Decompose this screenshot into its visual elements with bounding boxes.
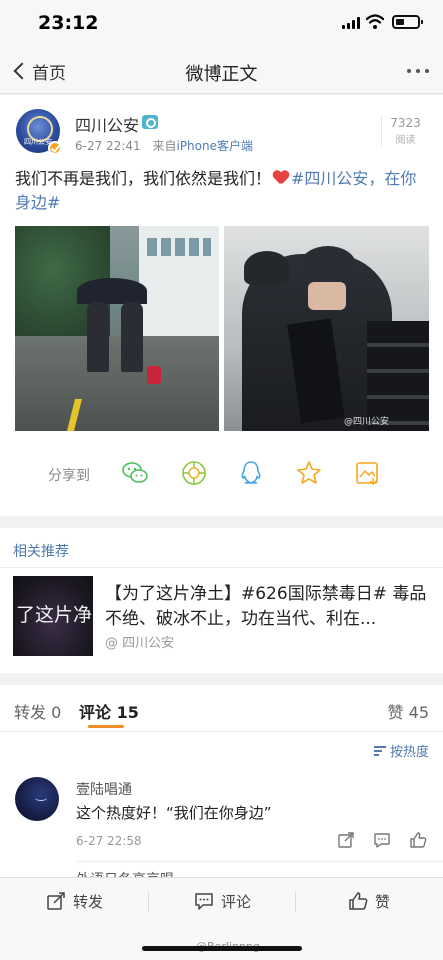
recommendation-source: @ 四川公安 (105, 636, 175, 651)
sort-label: 按热度 (389, 745, 429, 760)
commenter-name[interactable]: 壹陆唱通 (76, 779, 132, 799)
divider (0, 567, 443, 568)
verified-badge-icon (48, 141, 62, 155)
thumbnail-caption: 了这片净 (16, 604, 93, 626)
read-count-number: 7323 (390, 116, 421, 130)
thumbs-up-icon[interactable] (409, 831, 427, 849)
photo-person (87, 302, 109, 372)
photo-watermark: @四川公安 (343, 417, 389, 427)
commenter-avatar[interactable] (15, 777, 59, 821)
active-tab-indicator (88, 725, 124, 728)
photo-ground (15, 336, 219, 431)
source-link[interactable]: iPhone客户端 (176, 139, 253, 153)
author-name[interactable]: 四川公安 (75, 112, 139, 136)
comment-item: 壹陆唱通 这个热度好！“我们在你身边” 6-27 22:58 (0, 773, 443, 862)
like-button[interactable]: 赞 (348, 890, 390, 912)
bottom-action-bar: 转发 评论 赞 @Berlinnng (0, 877, 443, 960)
share-icon[interactable] (337, 831, 355, 849)
photo-bag (147, 366, 161, 384)
thumbs-up-icon (349, 892, 368, 910)
repost-label: 转发 (73, 892, 104, 911)
interaction-tabs: 转发 0 评论 15 赞 45 按热度 壹陆唱通 这个热度好！“我们在你身边” … (0, 685, 443, 885)
dot-icon (407, 69, 411, 73)
heart-icon (273, 171, 289, 185)
post-photo-1[interactable] (15, 226, 219, 431)
like-label: 赞 (375, 892, 391, 911)
post-text: 我们不再是我们，我们依然是我们！ #四川公安，在你身边# (15, 167, 431, 215)
comment-label: 评论 (221, 892, 252, 911)
photo-helmet (300, 246, 356, 284)
read-count: 7323 阅读 (381, 116, 429, 146)
nav-bar: 首页 微博正文 (0, 48, 443, 94)
weibo-post: 四川公安 四川公安 6-27 22:41 来自iPhone客户端 7323 阅读… (0, 95, 443, 516)
separator (148, 892, 149, 912)
source-prefix: 来自 (152, 139, 177, 153)
read-count-label: 阅读 (395, 135, 416, 146)
photo-umbrella (77, 278, 147, 304)
page-title: 微博正文 (185, 64, 258, 85)
qq-icon[interactable] (237, 459, 265, 487)
share-label: 分享到 (48, 468, 90, 484)
repost-icon (47, 892, 65, 910)
moments-icon[interactable] (180, 459, 208, 487)
comment-icon (195, 893, 213, 910)
dot-icon (416, 69, 420, 73)
wechat-icon[interactable] (121, 459, 149, 487)
camera-badge-icon (142, 115, 158, 129)
related-recommendations: 相关推荐 了这片净 【为了这片净土】#626国际禁毒日# 毒品不绝、破冰不止，功… (0, 528, 443, 673)
recommendations-title: 相关推荐 (13, 544, 69, 560)
post-body: 我们不再是我们，我们依然是我们！ (15, 169, 272, 188)
photo-person (121, 302, 143, 372)
tab-reposts[interactable]: 转发 0 (14, 699, 61, 723)
post-meta: 6-27 22:41 来自iPhone客户端 (75, 137, 253, 154)
tab-comments[interactable]: 评论 15 (79, 699, 139, 723)
dot-icon (425, 69, 429, 73)
separator (295, 892, 296, 912)
wifi-icon (366, 14, 384, 29)
more-options-button[interactable] (407, 69, 429, 73)
comment-text: 这个热度好！“我们在你身边” (76, 804, 272, 822)
status-bar: 23:12 (0, 0, 443, 48)
tab-likes[interactable]: 赞 45 (388, 699, 429, 723)
repost-button[interactable]: 转发 (46, 890, 103, 912)
status-time: 23:12 (38, 12, 99, 34)
sort-button[interactable]: 按热度 (373, 741, 429, 760)
cellular-signal-icon (342, 17, 360, 29)
post-date: 6-27 22:41 (75, 139, 141, 153)
photo-helmet (244, 251, 290, 285)
recommendation-title[interactable]: 【为了这片净土】#626国际禁毒日# 毒品不绝、破冰不止，功在当代、利在... (105, 582, 431, 632)
sort-icon (373, 745, 386, 756)
home-indicator[interactable] (142, 946, 302, 951)
divider (76, 861, 443, 862)
save-image-icon[interactable] (353, 459, 381, 487)
share-row: 分享到 (0, 455, 443, 493)
comment-button[interactable]: 评论 (194, 890, 251, 912)
comment-time: 6-27 22:58 (76, 834, 142, 848)
photo-face (308, 282, 346, 310)
favorite-icon[interactable] (295, 459, 323, 487)
divider (0, 731, 443, 732)
reply-icon[interactable] (373, 831, 391, 849)
post-photo-2[interactable]: @四川公安 (224, 226, 429, 431)
battery-icon (392, 15, 423, 29)
recommendation-thumbnail[interactable]: 了这片净 (13, 576, 93, 656)
